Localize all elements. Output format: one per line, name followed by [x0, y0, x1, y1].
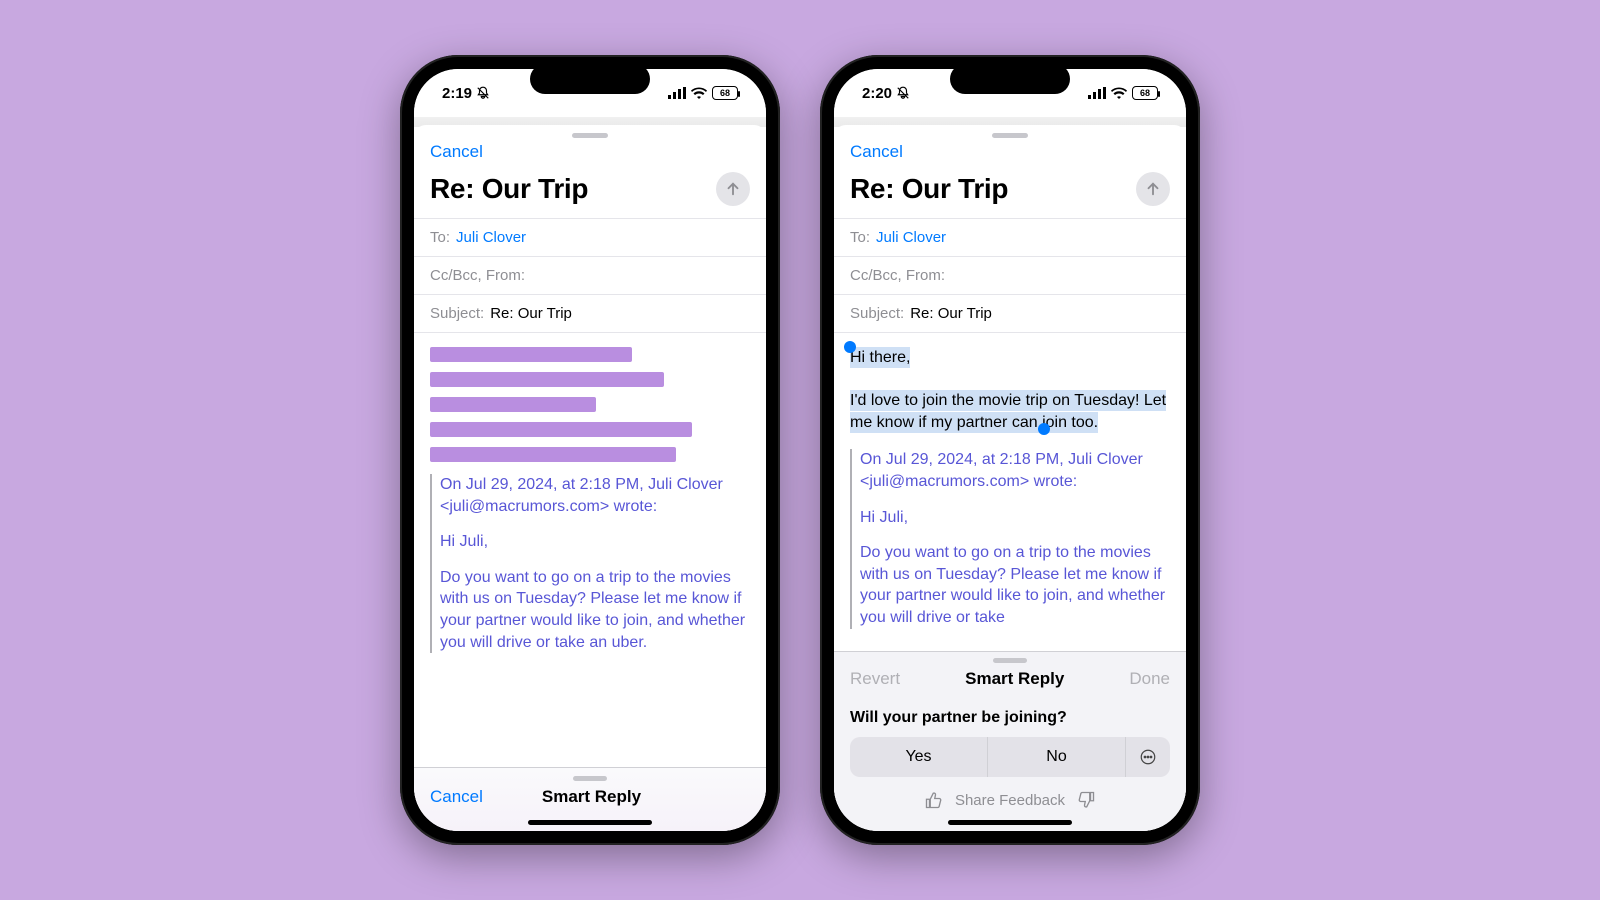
- to-recipient[interactable]: Juli Clover: [876, 229, 946, 246]
- quote-attribution: On Jul 29, 2024, at 2:18 PM, Juli Clover…: [440, 474, 750, 517]
- toolbar-cancel-button[interactable]: Cancel: [430, 787, 483, 807]
- battery-indicator: 68: [712, 86, 738, 100]
- redacted-placeholder: [430, 347, 750, 462]
- answer-no-button[interactable]: No: [988, 737, 1126, 777]
- to-label: To:: [850, 229, 870, 246]
- quote-attribution: On Jul 29, 2024, at 2:18 PM, Juli Clover…: [860, 449, 1170, 492]
- dynamic-island: [530, 64, 650, 94]
- quote-greeting: Hi Juli,: [860, 507, 1170, 529]
- quote-greeting: Hi Juli,: [440, 531, 750, 553]
- message-body[interactable]: On Jul 29, 2024, at 2:18 PM, Juli Clover…: [414, 333, 766, 767]
- compose-title: Re: Our Trip: [430, 173, 588, 205]
- selection-handle-start[interactable]: [844, 341, 856, 353]
- thumbs-down-icon[interactable]: [1077, 791, 1095, 809]
- subject-field[interactable]: Subject: Re: Our Trip: [834, 295, 1186, 333]
- send-button[interactable]: [1136, 172, 1170, 206]
- selected-text: Hi there, I'd love to join the movie tri…: [850, 347, 1166, 433]
- quote-body: Do you want to go on a trip to the movie…: [440, 567, 750, 653]
- subject-label: Subject:: [850, 305, 904, 322]
- status-time: 2:19: [442, 85, 472, 102]
- share-feedback-button[interactable]: Share Feedback: [955, 792, 1065, 809]
- dynamic-island: [950, 64, 1070, 94]
- selection-handle-end[interactable]: [1038, 423, 1050, 435]
- ellipsis-icon: [1139, 748, 1157, 766]
- quote-body: Do you want to go on a trip to the movie…: [860, 542, 1170, 628]
- smart-reply-panel: Revert Smart Reply Done Will your partne…: [834, 651, 1186, 831]
- to-recipient[interactable]: Juli Clover: [456, 229, 526, 246]
- to-field[interactable]: To: Juli Clover: [414, 219, 766, 257]
- cc-bcc-from-field[interactable]: Cc/Bcc, From:: [834, 257, 1186, 295]
- subject-label: Subject:: [430, 305, 484, 322]
- thumbs-up-icon[interactable]: [925, 791, 943, 809]
- compose-title: Re: Our Trip: [850, 173, 1008, 205]
- subject-value: Re: Our Trip: [910, 305, 992, 322]
- more-options-button[interactable]: [1126, 737, 1170, 777]
- battery-indicator: 68: [1132, 86, 1158, 100]
- subject-value: Re: Our Trip: [490, 305, 572, 322]
- toolbar-title: Smart Reply: [542, 787, 641, 807]
- panel-grabber[interactable]: [993, 658, 1027, 663]
- phone-frame-right: 2:20 68 Cancel Re: Our Trip: [820, 55, 1200, 845]
- subject-field[interactable]: Subject: Re: Our Trip: [414, 295, 766, 333]
- quoted-message: On Jul 29, 2024, at 2:18 PM, Juli Clover…: [850, 449, 1170, 628]
- to-field[interactable]: To: Juli Clover: [834, 219, 1186, 257]
- feedback-row: Share Feedback: [850, 777, 1170, 817]
- sheet-grabber[interactable]: [572, 133, 608, 138]
- quoted-message: On Jul 29, 2024, at 2:18 PM, Juli Clover…: [430, 474, 750, 653]
- signal-icon: [668, 87, 686, 99]
- dnd-icon: [896, 86, 910, 100]
- signal-icon: [1088, 87, 1106, 99]
- compose-sheet: Cancel Re: Our Trip To: Juli Clover Cc/B…: [414, 125, 766, 831]
- followup-question: Will your partner be joining?: [850, 699, 1170, 737]
- status-time: 2:20: [862, 85, 892, 102]
- answer-yes-button[interactable]: Yes: [850, 737, 988, 777]
- home-indicator[interactable]: [948, 820, 1072, 825]
- answer-chips: Yes No: [850, 737, 1170, 777]
- toolbar-grabber[interactable]: [573, 776, 607, 781]
- home-indicator[interactable]: [528, 820, 652, 825]
- reply-body: I'd love to join the movie trip on Tuesd…: [850, 392, 1166, 431]
- dnd-icon: [476, 86, 490, 100]
- send-button[interactable]: [716, 172, 750, 206]
- wifi-icon: [691, 87, 707, 99]
- cancel-button[interactable]: Cancel: [850, 142, 903, 162]
- revert-button[interactable]: Revert: [850, 669, 900, 689]
- screen: 2:20 68 Cancel Re: Our Trip: [834, 69, 1186, 831]
- compose-sheet: Cancel Re: Our Trip To: Juli Clover Cc/B…: [834, 125, 1186, 831]
- cc-label: Cc/Bcc, From:: [850, 267, 945, 284]
- cc-label: Cc/Bcc, From:: [430, 267, 525, 284]
- panel-title: Smart Reply: [965, 669, 1064, 689]
- to-label: To:: [430, 229, 450, 246]
- done-button[interactable]: Done: [1129, 669, 1170, 689]
- screen: 2:19 68 Cancel Re: Our Trip: [414, 69, 766, 831]
- wifi-icon: [1111, 87, 1127, 99]
- reply-greeting: Hi there,: [850, 349, 910, 366]
- message-body[interactable]: Hi there, I'd love to join the movie tri…: [834, 333, 1186, 651]
- phone-frame-left: 2:19 68 Cancel Re: Our Trip: [400, 55, 780, 845]
- sheet-grabber[interactable]: [992, 133, 1028, 138]
- cc-bcc-from-field[interactable]: Cc/Bcc, From:: [414, 257, 766, 295]
- cancel-button[interactable]: Cancel: [430, 142, 483, 162]
